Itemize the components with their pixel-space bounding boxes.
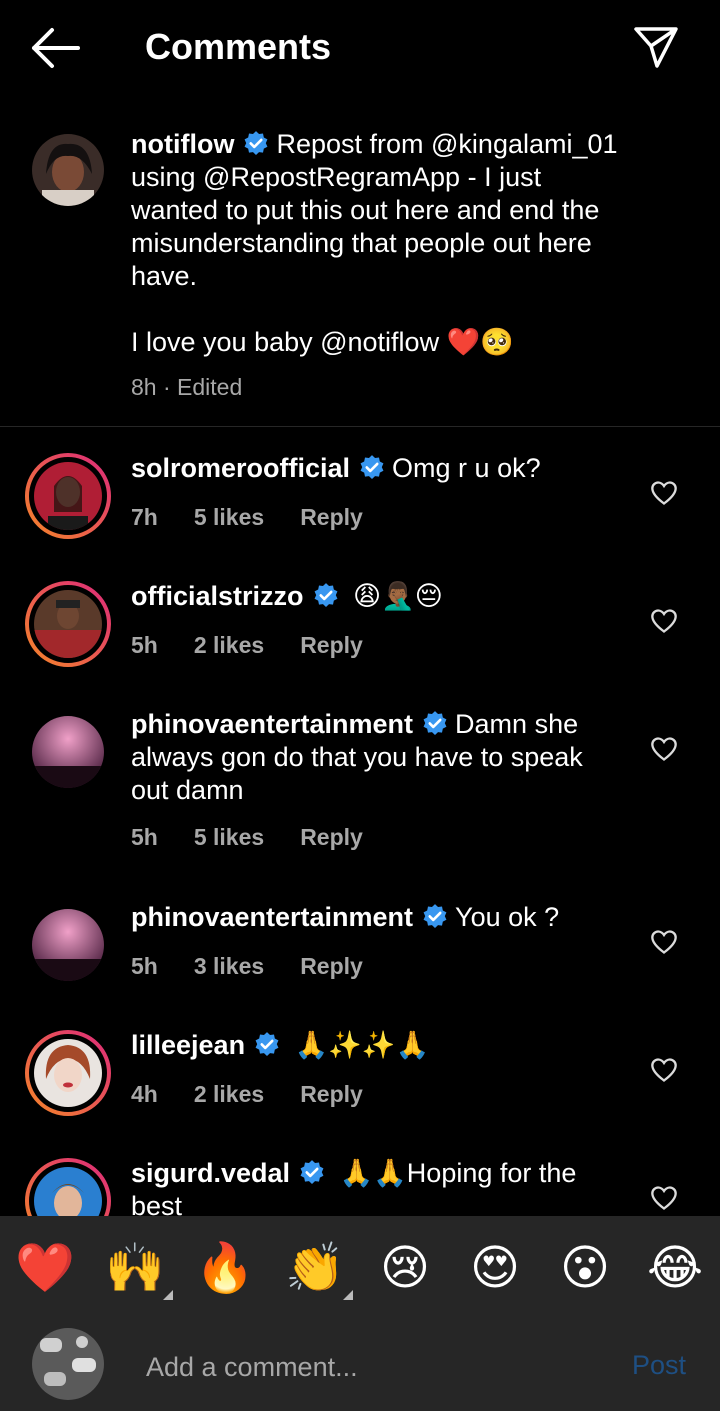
reaction-fire-button[interactable]: 🔥: [193, 1236, 257, 1300]
comment-body: Damn she: [455, 709, 579, 739]
reply-button[interactable]: Reply: [300, 1081, 363, 1107]
verified-badge-icon: [245, 131, 268, 155]
verified-badge-icon: [300, 1160, 324, 1184]
caption-line: wanted to put this out here and end the: [131, 195, 600, 225]
reply-button[interactable]: Reply: [300, 824, 363, 850]
comment-body: 🙏✨✨🙏: [294, 1030, 430, 1060]
comment-username[interactable]: phinovaentertainment: [131, 902, 413, 932]
reaction-clapping-button[interactable]: 👏: [283, 1236, 353, 1300]
caption-line: Repost from @kingalami_01: [276, 129, 618, 159]
comment-body: 😩🤦🏾‍♂️😔: [353, 581, 443, 611]
reaction-emoji: 👏: [285, 1240, 345, 1296]
comment-text: officialstrizzo 😩🤦🏾‍♂️😔: [131, 580, 611, 613]
quick-reactions-bar: ❤️ 🙌 🔥 👏 😢 😍 😮 😂: [0, 1216, 720, 1316]
heart-icon[interactable]: [650, 929, 678, 955]
comment-text: sigurd.vedal 🙏🙏Hoping for the best: [131, 1157, 611, 1216]
comment-meta: 5h 3 likes Reply: [131, 953, 399, 980]
reaction-heart-button[interactable]: ❤️: [13, 1236, 77, 1300]
caption-meta: 8h · Edited: [131, 374, 243, 400]
comment-likes[interactable]: 2 likes: [194, 1081, 264, 1107]
comment-username[interactable]: phinovaentertainment: [131, 709, 413, 739]
avatar[interactable]: [24, 452, 112, 540]
caption-text: notiflow Repost from @kingalami_01 using …: [131, 128, 691, 359]
caption-line: misunderstanding that people out here: [131, 228, 592, 258]
comment-meta: 4h 2 likes Reply: [131, 1081, 399, 1108]
caption-line: have.: [131, 261, 198, 291]
avatar[interactable]: [24, 580, 112, 668]
comment-meta: 7h 5 likes Reply: [131, 504, 399, 531]
heart-icon[interactable]: [650, 480, 678, 506]
comment-meta: 5h 2 likes Reply: [131, 632, 399, 659]
comment-likes[interactable]: 3 likes: [194, 953, 264, 979]
comment-text: phinovaentertainment You ok ?: [131, 901, 611, 934]
top-bar: Comments: [0, 0, 720, 96]
comment-body: always gon do that you have to speak out…: [131, 742, 583, 805]
comment-body: You ok ?: [455, 902, 560, 932]
comment-username[interactable]: officialstrizzo: [131, 581, 304, 611]
comment-likes[interactable]: 5 likes: [194, 504, 264, 530]
avatar[interactable]: [24, 901, 112, 989]
comment-text: solromeroofficial Omg r u ok?: [131, 452, 611, 485]
comment-time: 5h: [131, 953, 158, 979]
comment-likes[interactable]: 2 likes: [194, 632, 264, 658]
reply-button[interactable]: Reply: [300, 504, 363, 530]
comment-username[interactable]: solromeroofficial: [131, 453, 350, 483]
reply-button[interactable]: Reply: [300, 632, 363, 658]
caption-line: using @RepostRegramApp - I just: [131, 162, 542, 192]
skin-tone-indicator-icon: [163, 1290, 173, 1300]
back-arrow-icon[interactable]: [28, 26, 80, 70]
comment-username[interactable]: lilleejean: [131, 1030, 245, 1060]
reaction-crying-button[interactable]: 😢: [373, 1236, 437, 1300]
verified-badge-icon: [360, 455, 384, 479]
heart-icon[interactable]: [650, 608, 678, 634]
verified-badge-icon: [314, 583, 337, 607]
comment-time: 7h: [131, 504, 158, 530]
avatar: [32, 1328, 104, 1400]
reaction-emoji: 🙌: [105, 1240, 165, 1296]
comment-username[interactable]: sigurd.vedal: [131, 1158, 290, 1188]
skin-tone-indicator-icon: [343, 1290, 353, 1300]
reply-button[interactable]: Reply: [300, 953, 363, 979]
reaction-laughing-button[interactable]: 😂: [643, 1236, 707, 1300]
heart-icon[interactable]: [650, 1057, 678, 1083]
comment-body: Omg r u ok?: [392, 453, 541, 483]
reaction-heart-eyes-button[interactable]: 😍: [463, 1236, 527, 1300]
comment-time: 5h: [131, 824, 158, 850]
reaction-raising-hands-button[interactable]: 🙌: [103, 1236, 173, 1300]
divider: [0, 426, 720, 427]
comment-meta: 5h 5 likes Reply: [131, 824, 399, 851]
post-button[interactable]: Post: [632, 1350, 686, 1381]
comment-text: lilleejean 🙏✨✨🙏: [131, 1029, 611, 1062]
comment-time: 4h: [131, 1081, 158, 1107]
avatar[interactable]: [24, 708, 112, 796]
comment-composer: Post: [0, 1316, 720, 1411]
post-caption: notiflow Repost from @kingalami_01 using …: [0, 120, 720, 426]
avatar[interactable]: [32, 134, 104, 206]
verified-badge-icon: [423, 904, 447, 928]
comment-likes[interactable]: 5 likes: [194, 824, 264, 850]
caption-username[interactable]: notiflow: [131, 129, 234, 159]
share-direct-icon[interactable]: [632, 24, 680, 70]
avatar[interactable]: [24, 1029, 112, 1117]
heart-icon[interactable]: [650, 1185, 678, 1211]
page-title: Comments: [145, 26, 332, 67]
verified-badge-icon: [423, 711, 447, 735]
avatar[interactable]: [24, 1157, 112, 1216]
heart-icon[interactable]: [650, 736, 678, 762]
reaction-surprised-button[interactable]: 😮: [553, 1236, 617, 1300]
comment-text: phinovaentertainment Damn she always gon …: [131, 708, 611, 807]
caption-paragraph: I love you baby @notiflow ❤️🥺: [131, 327, 514, 357]
verified-badge-icon: [255, 1032, 279, 1056]
comment-time: 5h: [131, 632, 158, 658]
comment-item: sigurd.vedal 🙏🙏Hoping for the best: [0, 1157, 720, 1216]
comment-input[interactable]: [144, 1346, 608, 1388]
